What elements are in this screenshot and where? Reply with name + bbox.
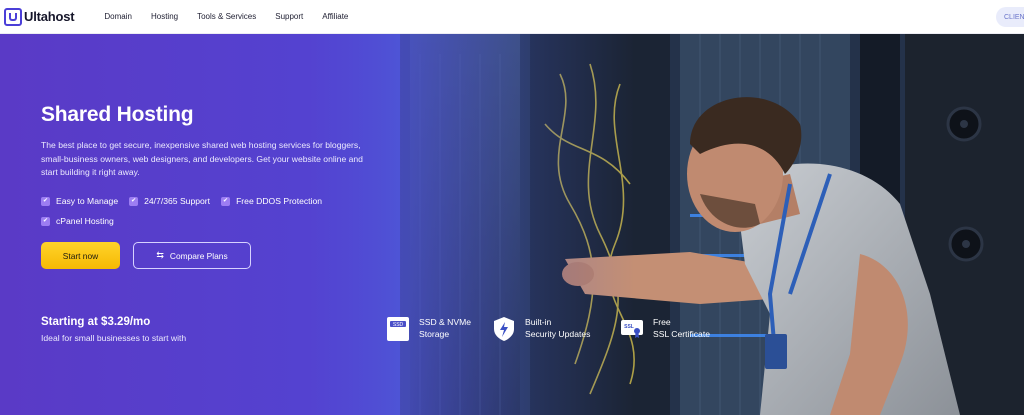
ssl-certificate-badge: SSL Free SSL Certificate: [620, 316, 710, 342]
starting-price: Starting at $3.29/mo: [41, 316, 151, 328]
top-navbar: Ultahost Domain Hosting Tools & Services…: [0, 0, 1024, 34]
check-icon: ✔: [129, 196, 139, 206]
hero-description: The best place to get secure, inexpensiv…: [41, 140, 363, 177]
security-updates-badge: Built-in Security Updates: [492, 316, 590, 342]
badge-line2: Storage: [419, 329, 450, 339]
feature-label: Free DDOS Protection: [236, 196, 323, 206]
feature-item: ✔ 24/7/365 Support: [129, 196, 210, 206]
brand-name: Ultahost: [24, 9, 75, 24]
nav-item-hosting[interactable]: Hosting: [151, 12, 178, 21]
feature-list: ✔ Easy to Manage ✔ 24/7/365 Support ✔ Fr…: [41, 196, 361, 236]
nav-item-tools-services[interactable]: Tools & Services: [197, 12, 256, 21]
price-subtitle: Ideal for small businesses to start with: [41, 333, 187, 343]
shield-bolt-icon: [494, 317, 514, 341]
feature-item: ✔ cPanel Hosting: [41, 216, 114, 226]
swap-arrows-icon: ⇆: [156, 250, 164, 260]
client-area-button[interactable]: CLIENT: [996, 7, 1024, 27]
check-icon: ✔: [41, 216, 50, 226]
page-title: Shared Hosting: [41, 103, 194, 126]
nav-item-domain[interactable]: Domain: [104, 12, 132, 21]
badge-line1: SSD & NVMe: [419, 317, 472, 327]
main-menu: Domain Hosting Tools & Services Support …: [104, 12, 367, 21]
badge-line2: Security Updates: [525, 329, 591, 339]
feature-label: cPanel Hosting: [56, 216, 114, 226]
ssd-storage-badge: SSD SSD & NVMe Storage: [386, 316, 471, 342]
compare-plans-button[interactable]: ⇆ Compare Plans: [133, 242, 251, 269]
badge-line1: Free: [653, 317, 671, 327]
brand-logo[interactable]: Ultahost: [4, 7, 75, 26]
ssd-icon: SSD: [387, 317, 409, 341]
svg-text:SSD: SSD: [393, 322, 404, 328]
ssl-certificate-icon: SSL: [621, 320, 643, 338]
check-icon: ✔: [41, 196, 50, 206]
feature-item: ✔ Easy to Manage: [41, 196, 118, 206]
hero-section: Shared Hosting The best place to get sec…: [0, 34, 1024, 415]
check-icon: ✔: [221, 196, 231, 206]
badge-line1: Built-in: [525, 317, 552, 327]
feature-item: ✔ Free DDOS Protection: [221, 196, 322, 206]
ultahost-logo-icon: [4, 7, 22, 26]
badge-line2: SSL Certificate: [653, 329, 710, 339]
feature-label: 24/7/365 Support: [144, 196, 211, 206]
compare-plans-label: Compare Plans: [169, 250, 228, 261]
feature-label: Easy to Manage: [56, 196, 119, 206]
nav-item-affiliate[interactable]: Affiliate: [322, 12, 348, 21]
nav-item-support[interactable]: Support: [275, 12, 303, 21]
start-now-button[interactable]: Start now: [41, 242, 120, 269]
svg-text:SSL: SSL: [624, 324, 634, 330]
